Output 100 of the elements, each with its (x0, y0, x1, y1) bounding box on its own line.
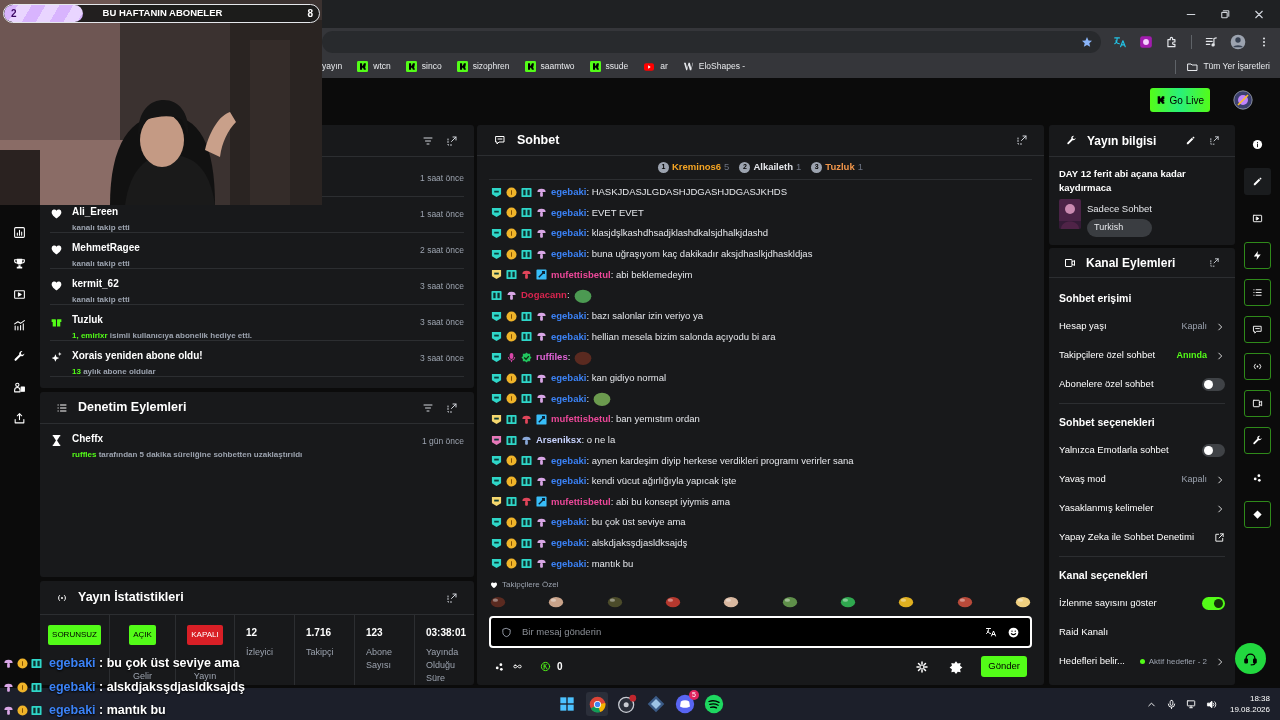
emote-icon[interactable] (839, 594, 856, 608)
language-tag[interactable]: Turkish (1087, 219, 1152, 237)
analytics-icon[interactable] (12, 319, 26, 332)
avatar-icon[interactable] (1230, 33, 1246, 50)
emote-icon[interactable] (606, 594, 623, 608)
bookmark[interactable]: EloShapes - (682, 60, 746, 73)
chat-app-icon[interactable] (675, 694, 695, 714)
filter-icon[interactable] (422, 134, 434, 147)
pop-out-icon[interactable] (1016, 134, 1028, 146)
wrench-icon[interactable] (1252, 435, 1263, 446)
settings-icon[interactable] (916, 660, 929, 673)
emote-icon[interactable] (781, 594, 798, 608)
emote-icon[interactable] (723, 594, 740, 608)
message-input[interactable]: Bir mesaj gönderin (522, 624, 975, 640)
send-button[interactable]: Gönder (981, 656, 1027, 677)
camera-icon[interactable] (1252, 398, 1263, 409)
message-field[interactable]: Bir mesaj gönderin (489, 616, 1032, 648)
pop-out-icon[interactable] (1209, 257, 1220, 268)
bolt-icon[interactable] (1252, 250, 1263, 261)
start-button[interactable] (557, 694, 577, 714)
emote-icon[interactable] (956, 594, 973, 608)
setting-label[interactable]: Takipçilere özel sohbet (1059, 348, 1173, 363)
app-icon[interactable] (617, 694, 637, 714)
volume-icon[interactable] (1205, 698, 1217, 710)
video-icon[interactable] (12, 288, 26, 301)
chat-username[interactable]: mufettisbetul (551, 267, 611, 282)
wrench-icon[interactable] (12, 350, 26, 363)
media-icon[interactable] (1204, 34, 1218, 49)
bookmark[interactable]: sinco (405, 60, 442, 73)
setting-label[interactable]: Yasaklanmış kelimeler (1059, 501, 1207, 516)
toggle-switch[interactable] (1202, 597, 1225, 610)
go-live-button[interactable]: Go Live (1149, 88, 1210, 112)
star-icon[interactable] (1081, 35, 1093, 48)
setting-label[interactable]: Hesap yaşı (1059, 319, 1178, 334)
setting-label[interactable]: Yalnızca Emotlarla sohbet (1059, 443, 1198, 458)
bookmark[interactable]: saamtwo (524, 60, 575, 73)
trophy-icon[interactable] (12, 257, 26, 270)
folder-icon[interactable] (1186, 60, 1200, 73)
emote-icon[interactable] (1014, 594, 1031, 608)
microphone-icon[interactable] (1165, 698, 1177, 710)
setting-label[interactable]: Abonelere özel sohbet (1059, 377, 1198, 392)
app-icon[interactable] (646, 694, 666, 714)
upload-icon[interactable] (12, 412, 26, 425)
chevron-right-icon[interactable] (1215, 503, 1225, 514)
list-icon[interactable] (1252, 287, 1263, 298)
setting-label[interactable]: Yavaş mod (1059, 472, 1178, 487)
clock-time[interactable]: 18:38 (1249, 693, 1270, 704)
video-icon[interactable] (1252, 213, 1263, 224)
emoji-icon[interactable] (1007, 625, 1020, 639)
category-name[interactable]: Sadece Sohbet (1087, 202, 1152, 217)
external-link-icon[interactable] (1214, 532, 1225, 543)
chevron-right-icon[interactable] (1215, 656, 1225, 667)
diamond-icon[interactable] (1252, 509, 1263, 520)
chat-username[interactable]: mufettisbetul (551, 412, 611, 427)
bookmark[interactable]: ar (643, 60, 668, 73)
emote-icon[interactable] (665, 594, 681, 608)
burst-icon[interactable] (949, 659, 964, 674)
puzzle-icon[interactable] (1165, 34, 1179, 49)
browser-icon[interactable] (588, 695, 606, 713)
chat-username[interactable]: ruffiles (536, 350, 568, 365)
event-detail: kanalı takip etti (72, 258, 131, 270)
all-bookmarks-link[interactable]: Tüm Yer İşaretleri (1203, 60, 1270, 73)
pop-out-icon[interactable] (446, 591, 458, 604)
pop-out-icon[interactable] (446, 134, 458, 147)
emote-icon[interactable] (898, 594, 915, 608)
music-app-icon[interactable] (704, 694, 724, 714)
extension-icon[interactable] (1139, 34, 1153, 49)
clock-date[interactable]: 19.08.2026 (1229, 704, 1270, 715)
translate-icon[interactable] (985, 626, 997, 638)
pop-out-icon[interactable] (446, 401, 458, 414)
chat-username[interactable]: Dogacann (521, 288, 567, 303)
info-icon[interactable] (1252, 139, 1263, 150)
edit-icon[interactable] (1252, 176, 1263, 187)
toggle-switch[interactable] (1202, 378, 1225, 391)
chevron-right-icon[interactable] (1215, 350, 1225, 361)
broadcast-icon[interactable] (1252, 361, 1263, 372)
chart-icon[interactable] (12, 226, 26, 239)
chevron-right-icon[interactable] (1215, 474, 1225, 485)
avatar-icon[interactable] (1233, 90, 1253, 110)
chat-username[interactable]: mufettisbetul (551, 494, 611, 510)
bookmark[interactable]: yayın (322, 60, 343, 73)
setting-label[interactable]: Hedefleri belir... (1059, 654, 1136, 669)
emote-icon[interactable] (548, 594, 565, 608)
setting-label[interactable]: İzlenme sayısını göster (1059, 596, 1198, 611)
setting-label[interactable]: Yapay Zeka ile Sohbet Denetimi (1059, 530, 1210, 545)
users-icon[interactable] (12, 381, 26, 394)
edit-icon[interactable] (1185, 135, 1196, 146)
support-button[interactable] (1235, 643, 1266, 674)
bookmark[interactable]: ssude (589, 60, 629, 73)
network-icon[interactable] (1185, 698, 1197, 710)
filter-icon[interactable] (422, 401, 434, 414)
bookmark[interactable]: sizophren (456, 60, 510, 73)
chat-icon[interactable] (1252, 324, 1263, 335)
bookmark[interactable]: wtcn (357, 60, 391, 73)
chevron-right-icon[interactable] (1215, 321, 1225, 332)
toggle-switch[interactable] (1202, 444, 1225, 457)
setting-label[interactable]: Raid Kanalı (1059, 625, 1225, 640)
pop-out-icon[interactable] (1209, 135, 1220, 146)
dots-icon[interactable] (1252, 472, 1263, 483)
dots-icon[interactable] (494, 661, 505, 672)
